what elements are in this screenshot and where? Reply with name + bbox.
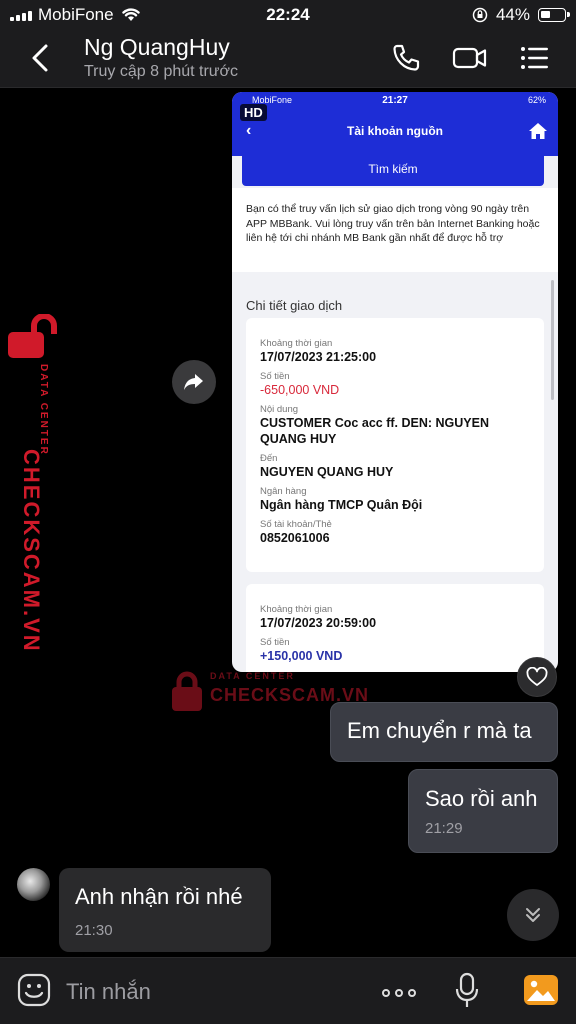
txn-label: Khoảng thời gian [260, 338, 333, 349]
battery-icon [538, 8, 570, 22]
share-button[interactable] [172, 360, 216, 404]
message-time: 21:29 [425, 820, 463, 837]
microphone-icon[interactable] [455, 972, 479, 1015]
txn-time: 17/07/2023 21:25:00 [260, 350, 377, 364]
txn-time: 17/07/2023 20:59:00 [260, 616, 377, 630]
watermark-sub: DATA CENTER [38, 364, 49, 456]
contact-avatar[interactable] [17, 868, 50, 901]
txn-label: Số tiền [260, 637, 290, 648]
message-input[interactable] [66, 975, 366, 1009]
video-call-icon[interactable] [452, 42, 488, 79]
scroll-to-bottom-button[interactable] [507, 889, 559, 941]
screenshot-scrollbar [551, 280, 554, 400]
clock: 22:24 [266, 5, 310, 24]
txn-amount: -650,000 VND [260, 383, 340, 397]
message-time: 21:30 [75, 922, 113, 939]
menu-list-icon[interactable] [518, 42, 550, 79]
status-bar: MobiFone 22:24 44% [0, 0, 576, 30]
txn-label: Nội dung [260, 404, 299, 415]
screenshot-search-button: Tìm kiếm [242, 154, 544, 186]
sticker-emoji-icon[interactable] [16, 972, 52, 1013]
transaction-card: Khoảng thời gian 17/07/2023 20:59:00 Số … [246, 584, 544, 672]
shared-image-bank-screenshot[interactable]: MobiFone 21:27 62% ‹ Tài khoản nguồn HD … [232, 92, 558, 672]
chat-area[interactable]: CHECKSCAM.VN DATA CENTER MobiFone 21:27 … [0, 89, 576, 957]
forward-arrow-icon [184, 374, 203, 390]
message-text: Sao rồi anh [425, 786, 538, 811]
watermark-brand: CHECKSCAM.VN [19, 449, 44, 653]
back-icon[interactable] [26, 42, 54, 79]
contact-name[interactable]: Ng QuangHuy [84, 34, 230, 61]
message-text: Em chuyển r mà ta [347, 718, 532, 743]
txn-amount: +150,000 VND [260, 649, 343, 663]
txn-recipient: NGUYEN QUANG HUY [260, 465, 394, 479]
double-chevron-down-icon [526, 908, 540, 922]
txn-content: CUSTOMER Coc acc ff. DEN: NGUYEN QUANG H… [260, 416, 489, 446]
message-bubble-outgoing[interactable]: Em chuyển r mà ta [330, 702, 558, 762]
message-bubble-outgoing[interactable]: Sao rồi anh 21:29 [408, 769, 558, 853]
react-button[interactable] [517, 657, 557, 697]
watermark-horizontal: DATA CENTER CHECKSCAM.VN [170, 671, 368, 718]
txn-account: 0852061006 [260, 531, 330, 545]
transaction-card: Khoảng thời gian 17/07/2023 21:25:00 Số … [246, 318, 544, 572]
screenshot-section-title: Chi tiết giao dịch [246, 298, 343, 313]
watermark-sub: DATA CENTER [210, 671, 295, 681]
txn-label: Số tiền [260, 371, 290, 382]
txn-bank: Ngân hàng TMCP Quân Đội [260, 498, 423, 512]
screenshot-title: Tài khoản nguồn [347, 124, 443, 138]
composer-bar [0, 957, 576, 1024]
home-icon [528, 122, 548, 145]
txn-label: Khoảng thời gian [260, 604, 333, 615]
hd-badge: HD [240, 104, 267, 121]
more-options-icon[interactable] [382, 989, 416, 997]
image-gallery-icon[interactable] [523, 974, 559, 1011]
battery-percent: 44% [495, 5, 530, 24]
phone-call-icon[interactable] [390, 42, 422, 79]
message-bubble-incoming[interactable]: Anh nhận rồi nhé 21:30 [59, 868, 271, 952]
txn-label: Số tài khoản/Thẻ [260, 519, 332, 530]
message-text: Anh nhận rồi nhé [75, 884, 243, 909]
screenshot-note: Bạn có thể truy vấn lịch sử giao dịch tr… [232, 188, 558, 272]
bank-app-header: MobiFone 21:27 62% ‹ Tài khoản nguồn [232, 92, 558, 156]
txn-label: Ngân hàng [260, 486, 307, 497]
padlock-watermark-icon [8, 314, 57, 358]
rotation-lock-icon [472, 7, 488, 28]
chat-header: Ng QuangHuy Truy cập 8 phút trước [0, 30, 576, 88]
screenshot-time: 21:27 [382, 95, 408, 106]
txn-label: Đến [260, 453, 278, 464]
screenshot-battery: 62% [527, 95, 546, 105]
heart-icon [526, 667, 548, 686]
padlock-watermark-icon [172, 671, 202, 711]
last-seen-status: Truy cập 8 phút trước [84, 63, 238, 80]
